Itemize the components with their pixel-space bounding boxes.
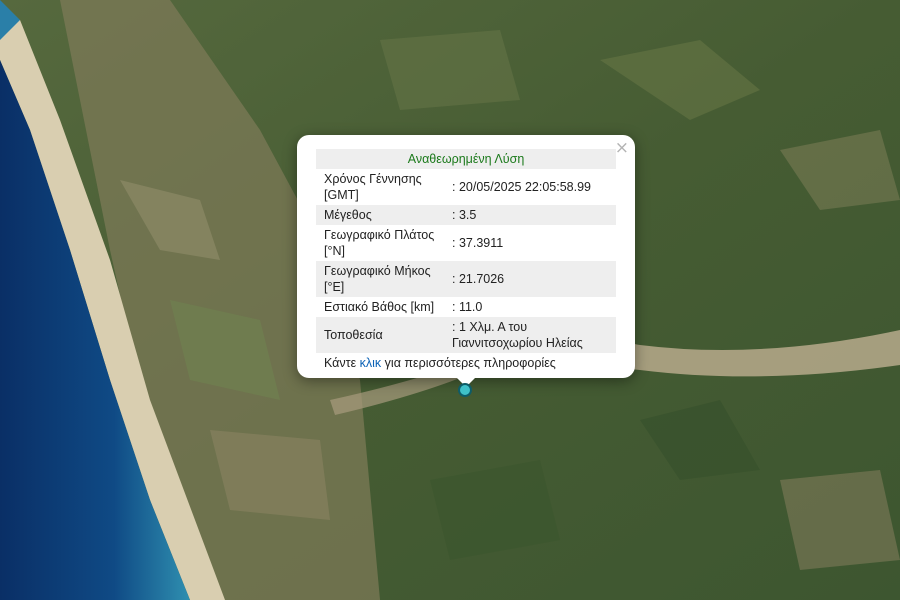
more-info-row: Κάντε κλικ για περισσότερες πληροφορίες <box>316 353 616 373</box>
row-label: Χρόνος Γέννησης [GMT] <box>324 172 422 202</box>
row-value: : 11.0 <box>452 300 483 314</box>
row-value: : 20/05/2025 22:05:58.99 <box>452 180 592 194</box>
table-row: Εστιακό Βάθος [km] : 11.0 <box>316 297 616 317</box>
row-label: Γεωγραφικό Πλάτος [°N] <box>324 228 435 258</box>
table-row: Γεωγραφικό Μήκος [°E] : 21.7026 <box>316 261 616 297</box>
more-info-suffix: για περισσότερες πληροφορίες <box>381 356 556 370</box>
table-row: Τοποθεσία : 1 Χλμ. Α του Γιαννιτσοχωρίου… <box>316 317 616 353</box>
row-label: Γεωγραφικό Μήκος [°E] <box>316 261 444 297</box>
table-row: Γεωγραφικό Πλάτος [°N] : 37.3911 <box>316 225 616 261</box>
row-value: : 3.5 <box>444 205 616 225</box>
row-value: : 37.3911 <box>452 236 504 250</box>
row-label: Τοποθεσία <box>316 317 444 353</box>
row-label: Εστιακό Βάθος [km] <box>324 300 435 314</box>
more-info-text: Κάντε κλικ για περισσότερες πληροφορίες <box>316 353 616 373</box>
earthquake-epicenter-marker-icon[interactable] <box>458 383 472 397</box>
table-row: Μέγεθος : 3.5 <box>316 205 616 225</box>
row-value: : 21.7026 <box>444 261 616 297</box>
row-value: : 1 Χλμ. Α του Γιαννιτσοχωρίου Ηλείας <box>444 317 616 353</box>
close-icon[interactable]: × <box>615 138 629 158</box>
more-info-link[interactable]: κλικ <box>360 356 382 370</box>
more-info-prefix: Κάντε <box>324 356 360 370</box>
earthquake-info-popup: × Αναθεωρημένη Λύση Χρόνος Γέννησης [GMT… <box>297 135 635 378</box>
row-label: Μέγεθος <box>316 205 444 225</box>
table-row: Χρόνος Γέννησης [GMT] : 20/05/2025 22:05… <box>316 169 616 205</box>
popup-title: Αναθεωρημένη Λύση <box>316 149 616 169</box>
earthquake-info-table: Αναθεωρημένη Λύση Χρόνος Γέννησης [GMT] … <box>316 149 616 373</box>
title-row: Αναθεωρημένη Λύση <box>316 149 616 169</box>
